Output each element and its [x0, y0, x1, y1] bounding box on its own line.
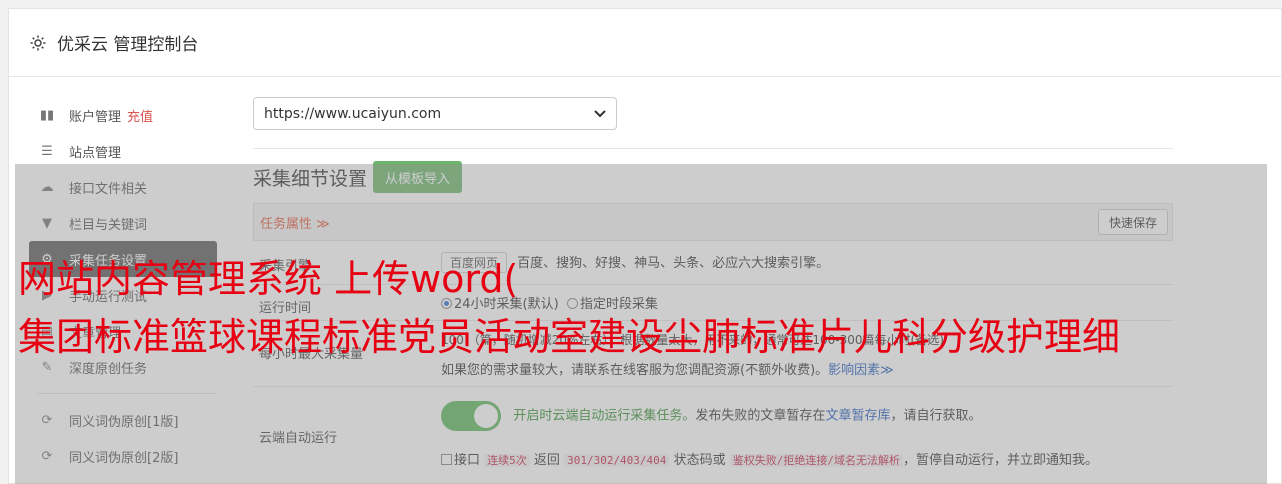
sidebar-item-label: 接口文件相关 — [69, 181, 148, 197]
filter-icon: ▼ — [42, 215, 52, 231]
sidebar-item-label: 账户管理 — [69, 109, 122, 125]
sidebar-item-label: 同义词伪原创[2版] — [69, 450, 179, 466]
sidebar-item-synonym-v2[interactable]: ⟳ 同义词伪原创[2版] — [29, 438, 229, 474]
refresh-icon: ⟳ — [41, 448, 53, 464]
recharge-link[interactable]: 充值 — [127, 106, 153, 125]
section-header: 采集细节设置 从模板导入 — [253, 161, 1173, 193]
pause-text-d: ，暂停自动运行，并立即通知我。 — [902, 453, 1098, 468]
cloud-run-toggle[interactable] — [441, 401, 501, 431]
cloud-run-desc-b: ，请自行获取。 — [890, 408, 982, 424]
sidebar-item-sites[interactable]: ☰ 站点管理 — [29, 133, 229, 169]
refresh-icon: ⟳ — [41, 412, 53, 428]
pause-text-b: 返回 — [533, 453, 560, 468]
pause-text-a: 接口 — [454, 453, 481, 468]
sidebar-item-interface[interactable]: ☁ 接口文件相关 — [29, 169, 229, 205]
sidebar-item-columns[interactable]: ▼ 栏目与关键词 — [29, 205, 229, 241]
sidebar-item-label: 站点管理 — [69, 145, 122, 161]
server-icon: ☰ — [41, 143, 53, 159]
pause-code-status: 301/302/403/404 — [564, 454, 670, 467]
cloud-upload-icon: ☁ — [40, 179, 54, 195]
max-count-hint: 如果您的需求量较大，请联系在线客服为您调配资源(不额外收费)。影响因素≫ — [441, 359, 894, 378]
cloud-run-control: 开启时云端自动运行采集任务。发布失败的文章暂存在文章暂存库，请自行获取。 — [441, 401, 981, 431]
console-title: 优采云 管理控制台 — [57, 35, 199, 55]
divider — [253, 148, 1173, 149]
sidebar-divider — [37, 393, 217, 394]
pause-rule: 接口 连续5次 返回 301/302/403/404 状态码或 鉴权失败/拒绝连… — [441, 449, 1098, 468]
gear-icon — [30, 35, 46, 50]
quick-save-button[interactable]: 快速保存 — [1097, 209, 1168, 235]
watermark-line-2: 集团标准篮球课程标准党员活动室建设尘肺标准片儿科分级护理细 — [18, 315, 1121, 359]
watermark-line-1: 网站内容管理系统 上传word( — [18, 257, 519, 301]
task-attr-toggle[interactable]: 任务属性 ≫ — [260, 213, 330, 232]
article-storage-link[interactable]: 文章暂存库 — [825, 409, 890, 424]
pause-checkbox[interactable] — [441, 454, 452, 465]
sidebar-item-label: 同义词伪原创[1版] — [69, 414, 179, 430]
max-count-hint-text: 如果您的需求量较大，请联系在线客服为您调配资源(不额外收费)。 — [441, 363, 829, 378]
pause-text-c: 状态码或 — [673, 453, 726, 468]
sidebar-item-synonym-v1[interactable]: ⟳ 同义词伪原创[1版] — [29, 402, 229, 438]
site-select-value: https://www.ucaiyun.com — [264, 105, 442, 122]
sidebar-item-label: 栏目与关键词 — [69, 217, 148, 233]
section-title: 采集细节设置 — [253, 167, 368, 190]
impact-factors-link[interactable]: 影响因素≫ — [828, 363, 894, 378]
sidebar-item-account[interactable]: ▮▮ 账户管理 充值 — [29, 97, 229, 133]
cloud-run-label: 云端自动运行 — [259, 431, 338, 446]
cloud-run-row: 云端自动运行 开启时云端自动运行采集任务。发布失败的文章暂存在文章暂存库，请自行… — [253, 387, 1173, 477]
top-bar: 优采云 管理控制台 — [9, 9, 1281, 77]
edit-icon: ✎ — [41, 359, 53, 375]
chevron-down-icon — [594, 109, 606, 117]
import-template-button[interactable]: 从模板导入 — [373, 161, 463, 193]
pause-code-errors: 鉴权失败/拒绝连接/域名无法解析 — [729, 454, 903, 467]
site-select[interactable]: https://www.ucaiyun.com — [253, 97, 617, 130]
task-attr-bar: 任务属性 ≫ 快速保存 — [253, 203, 1173, 241]
pause-code-times: 连续5次 — [484, 454, 530, 467]
bar-chart-icon: ▮▮ — [39, 107, 55, 123]
cloud-run-desc-a: 发布失败的文章暂存在 — [695, 408, 826, 424]
cloud-run-on-text: 开启时云端自动运行采集任务。 — [513, 408, 696, 424]
engine-desc: 百度、搜狗、好搜、神马、头条、必应六大搜索引擎。 — [517, 256, 830, 271]
console-frame: 优采云 管理控制台 ▮▮ 账户管理 充值 ☰ 站点管理 ☁ 接口文件相关 ▼ 栏… — [8, 8, 1282, 484]
